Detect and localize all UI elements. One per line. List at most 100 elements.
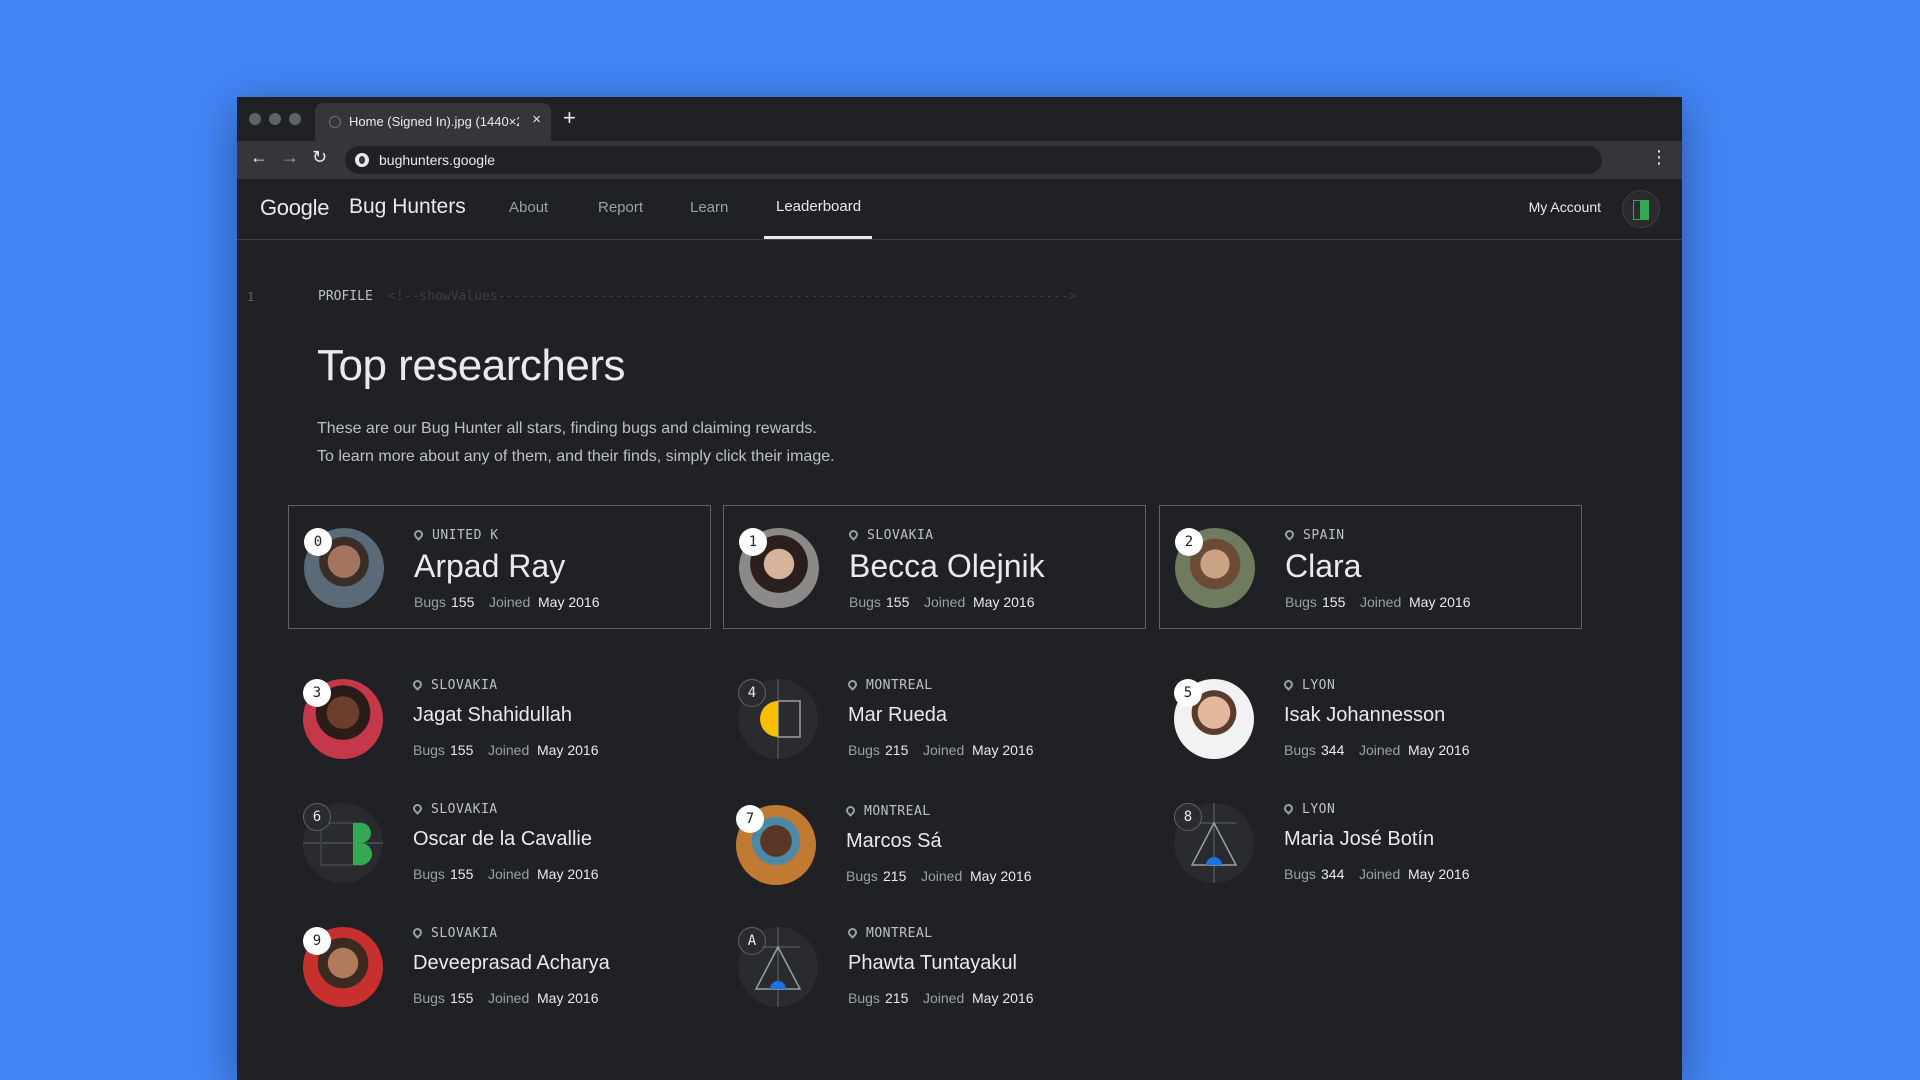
bugs-label: Bugs (1285, 594, 1317, 610)
researcher-name[interactable]: Clara (1285, 548, 1361, 585)
researcher-card[interactable]: 4 MONTREAL Mar Rueda Bugs 215 Joined May 2016 (738, 674, 1161, 764)
researcher-name[interactable]: Isak Johannesson (1284, 704, 1445, 727)
bug-hunters-logo[interactable]: Bug Hunters (349, 195, 466, 219)
researcher-name[interactable]: Jagat Shahidullah (413, 704, 572, 727)
rank-badge: 8 (1174, 803, 1202, 831)
researcher-card[interactable]: 0 UNITED K Arpad Ray Bugs 155 Joined May 2016 (288, 505, 711, 629)
rank-badge: 6 (303, 803, 331, 831)
tab-favicon-icon (329, 116, 341, 128)
window-close-dot[interactable] (249, 113, 261, 125)
description-line-2: To learn more about any of them, and the… (317, 448, 835, 465)
rank-badge: 5 (1174, 679, 1202, 707)
researcher-location: SLOVAKIA (431, 926, 498, 941)
researcher-card[interactable]: 3 SLOVAKIA Jagat Shahidullah Bugs 155 Joined M… (303, 674, 726, 764)
joined-date: May 2016 (537, 990, 599, 1006)
joined-date: May 2016 (1408, 742, 1470, 758)
bugs-label: Bugs (413, 990, 445, 1006)
location-pin-icon (1282, 678, 1295, 691)
location-pin-icon (846, 678, 859, 691)
researcher-location: SLOVAKIA (431, 678, 498, 693)
nav-leaderboard[interactable]: Leaderboard (776, 198, 861, 215)
bugs-count: 215 (883, 868, 907, 884)
profile-comment: <!--showValues--------------------------… (388, 289, 1077, 304)
joined-label: Joined (923, 742, 965, 758)
bugs-count: 344 (1321, 742, 1345, 758)
tab-strip: Home (Signed In).jpg (1440×2 × + (237, 97, 1682, 141)
tab-title: Home (Signed In).jpg (1440×2 (349, 114, 519, 129)
researcher-card[interactable]: A MONTREAL Phawta Tuntayakul Bugs 215 Joined M… (738, 922, 1161, 1012)
new-tab-icon[interactable]: + (563, 105, 576, 131)
joined-date: May 2016 (972, 990, 1034, 1006)
google-logo[interactable]: Google (260, 195, 329, 221)
rank-badge: 7 (736, 805, 764, 833)
researcher-card[interactable]: 6 SLOVAKIA Oscar de la Cavallie Bugs 155 Join… (303, 798, 726, 888)
back-arrow-icon[interactable]: ← (250, 147, 268, 168)
researcher-name[interactable]: Arpad Ray (414, 548, 565, 585)
researcher-card[interactable]: 8 LYON Maria José Botín Bugs 344 Joined May 20… (1174, 798, 1597, 888)
active-nav-indicator (764, 236, 872, 239)
researcher-card[interactable]: 1 SLOVAKIA Becca Olejnik Bugs 155 Joined May 2… (723, 505, 1146, 629)
nav-about[interactable]: About (509, 199, 548, 216)
page-title: Top researchers (317, 341, 625, 390)
joined-label: Joined (1359, 866, 1401, 882)
joined-date: May 2016 (973, 594, 1035, 610)
joined-label: Joined (923, 990, 965, 1006)
researcher-name[interactable]: Marcos Sá (846, 830, 942, 853)
rank-badge: 9 (303, 927, 331, 955)
location-pin-icon (847, 528, 860, 541)
my-account-link[interactable]: My Account (1529, 199, 1601, 215)
bugs-label: Bugs (848, 990, 880, 1006)
researcher-name[interactable]: Oscar de la Cavallie (413, 828, 592, 851)
browser-tab[interactable]: Home (Signed In).jpg (1440×2 × (315, 103, 551, 141)
joined-label: Joined (1360, 594, 1402, 610)
bugs-label: Bugs (414, 594, 446, 610)
joined-label: Joined (488, 990, 530, 1006)
bugs-count: 155 (886, 594, 910, 610)
browser-window: Home (Signed In).jpg (1440×2 × + ← → ↻ b… (237, 97, 1682, 1080)
researcher-name[interactable]: Becca Olejnik (849, 548, 1045, 585)
account-avatar-icon[interactable] (1622, 190, 1660, 228)
window-maximize-dot[interactable] (289, 113, 301, 125)
rank-badge: A (738, 927, 766, 955)
joined-date: May 2016 (537, 866, 599, 882)
researcher-name[interactable]: Phawta Tuntayakul (848, 952, 1017, 975)
researcher-card[interactable]: 5 LYON Isak Johannesson Bugs 344 Joined May 20… (1174, 674, 1597, 764)
researcher-name[interactable]: Mar Rueda (848, 704, 947, 727)
location-pin-icon (411, 678, 424, 691)
tab-close-icon[interactable]: × (532, 111, 541, 128)
researcher-card[interactable]: 9 SLOVAKIA Deveeprasad Acharya Bugs 155 Joine… (303, 922, 726, 1012)
profile-label: PROFILE (318, 289, 373, 304)
researcher-card[interactable]: 7 MONTREAL Marcos Sá Bugs 215 Joined May 2016 (736, 800, 1159, 890)
bugs-count: 215 (885, 742, 909, 758)
reload-icon[interactable]: ↻ (312, 147, 327, 168)
site-info-icon[interactable] (355, 153, 369, 167)
bugs-count: 155 (450, 866, 474, 882)
rank-badge: 1 (739, 528, 767, 556)
browser-toolbar: ← → ↻ bughunters.google ⋮ (237, 141, 1682, 179)
address-bar[interactable]: bughunters.google (345, 146, 1602, 174)
researcher-location: SPAIN (1303, 528, 1345, 543)
location-pin-icon (1283, 528, 1296, 541)
joined-date: May 2016 (972, 742, 1034, 758)
joined-date: May 2016 (1408, 866, 1470, 882)
forward-arrow-icon[interactable]: → (281, 147, 299, 168)
nav-learn[interactable]: Learn (690, 199, 728, 216)
bugs-label: Bugs (848, 742, 880, 758)
address-bar-url: bughunters.google (379, 152, 495, 168)
researcher-card[interactable]: 2 SPAIN Clara Bugs 155 Joined May 2016 (1159, 505, 1582, 629)
nav-report[interactable]: Report (598, 199, 643, 216)
location-pin-icon (844, 804, 857, 817)
researcher-name[interactable]: Maria José Botín (1284, 828, 1434, 851)
site-header: Google Bug Hunters About Report Learn Le… (237, 179, 1682, 240)
joined-label: Joined (488, 742, 530, 758)
joined-label: Joined (489, 594, 531, 610)
joined-date: May 2016 (537, 742, 599, 758)
browser-menu-icon[interactable]: ⋮ (1650, 148, 1668, 166)
joined-date: May 2016 (538, 594, 600, 610)
window-minimize-dot[interactable] (269, 113, 281, 125)
bugs-label: Bugs (1284, 866, 1316, 882)
bugs-count: 215 (885, 990, 909, 1006)
researcher-location: MONTREAL (866, 678, 933, 693)
researcher-name[interactable]: Deveeprasad Acharya (413, 952, 610, 975)
description-line-1: These are our Bug Hunter all stars, find… (317, 420, 817, 437)
